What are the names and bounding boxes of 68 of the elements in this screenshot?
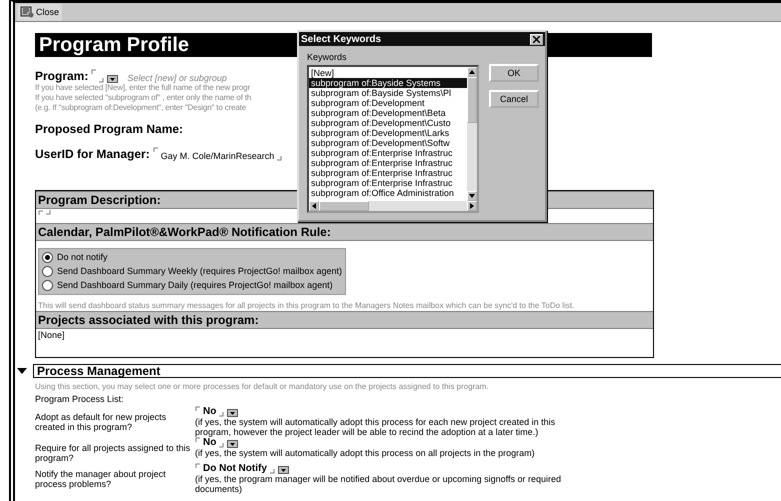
field-bracket-icon [195, 437, 200, 442]
manager-value[interactable]: Gay M. Cole/MarinResearch [160, 151, 274, 161]
list-item[interactable]: subprogram of:Development\Larks [309, 128, 467, 138]
section-intro: Using this section, you may select one or more processes for default or mandatory use on the projects assigned to this program. [35, 382, 490, 391]
close-button[interactable] [530, 34, 543, 44]
horizontal-scrollbar[interactable] [309, 201, 477, 211]
notification-note: This will send dashboard status summary messages for all projects in this program to the Managers Notes mailbox which can be sync'd to the ToDo list. [38, 301, 576, 310]
field-bracket-icon [277, 156, 282, 161]
list-item[interactable]: subprogram of:Enterprise Infrastruc [309, 178, 467, 188]
field-note: (if yes, the system will automatically adopt this process on all projects in the program) [195, 448, 536, 458]
field-bracket-icon [195, 463, 200, 468]
section-header: Calendar, PalmPilot®&WorkPad® Notification Rule: [36, 223, 653, 241]
field-value[interactable]: No [203, 437, 216, 448]
vertical-scrollbar[interactable] [467, 67, 477, 201]
scroll-down-icon[interactable] [469, 193, 475, 199]
scroll-up-icon[interactable] [469, 69, 475, 75]
proposed-name-label: Proposed Program Name: [35, 122, 184, 136]
radio-button[interactable] [42, 266, 53, 277]
field-note: (if yes, the program manager will be notified about overdue or upcoming signoffs or required documents) [195, 474, 562, 494]
help-text: (e.g. If "subprogram of:Development", enter "Design" to create [35, 103, 246, 113]
dialog-button[interactable]: OK [489, 64, 539, 82]
list-item[interactable]: [New] [309, 68, 467, 78]
program-label: Program: [35, 69, 88, 83]
dropdown-icon[interactable] [278, 466, 289, 474]
section-header: Projects associated with this program: [36, 311, 653, 329]
list-item[interactable]: subprogram of:Enterprise Infrastruc [309, 148, 467, 158]
dialog-title: Select Keywords [301, 34, 382, 44]
radio-option[interactable]: Send Dashboard Summary Weekly (requires ProjectGo! mailbox agent) [42, 265, 342, 278]
field-bracket-icon [219, 443, 224, 448]
field-bracket-icon [219, 412, 224, 417]
help-text: If you have selected [New], enter the full name of the new progr [35, 83, 250, 93]
manager-label: UserID for Manager: [35, 147, 150, 161]
field-note: (if yes, the system will automatically adopt this process for each new project created in this program, however the project leader will be able to recind the adoption at a later time.) [195, 417, 556, 437]
section-header[interactable]: Process Management [33, 364, 781, 378]
process-list-label: Program Process List: [35, 394, 125, 404]
list-item[interactable]: subprogram of:Bayside Systems [309, 78, 467, 88]
radio-button[interactable] [42, 280, 53, 291]
list-item[interactable]: subprogram of:Enterprise Infrastruc [309, 158, 467, 168]
scroll-right-icon[interactable] [469, 203, 475, 209]
question-label: Adopt as default for new projects created in this program? [35, 411, 168, 434]
list-item[interactable]: subprogram of:Office Administration [309, 188, 467, 198]
question-label: Notify the manager about project process problems? [35, 468, 167, 491]
dropdown-icon[interactable] [107, 75, 118, 83]
projects-value: [None] [38, 330, 66, 340]
field-value[interactable]: Do Not Notify [203, 463, 267, 474]
field-bracket-icon [195, 406, 200, 411]
field-bracket-icon [270, 469, 275, 474]
list-item[interactable]: subprogram of:Development\Custo [309, 118, 467, 128]
field-bracket-icon [152, 147, 158, 152]
dialog-button[interactable]: Cancel [489, 90, 539, 108]
list-item[interactable]: subprogram of:Development\Beta [309, 108, 467, 118]
radio-button[interactable] [42, 252, 53, 263]
radio-option[interactable]: Do not notify [42, 251, 342, 264]
question-label: Require for all projects assigned to this program? [35, 442, 192, 463]
document-icon[interactable] [20, 6, 34, 18]
dropdown-icon[interactable] [227, 409, 238, 417]
caret-down-icon[interactable] [17, 367, 27, 375]
list-item[interactable]: subprogram of:Development\Softw [309, 138, 467, 148]
list-item[interactable]: subprogram of:Enterprise Infrastruc [309, 168, 467, 178]
scroll-left-icon[interactable] [311, 203, 317, 209]
list-item[interactable]: subprogram of:Development [309, 98, 467, 108]
close-button[interactable]: Close [17, 4, 62, 20]
list-item[interactable]: subprogram of:Bayside Systems\Pl [309, 88, 467, 98]
field-value[interactable]: No [203, 406, 216, 417]
dropdown-icon[interactable] [227, 440, 238, 448]
program-hint: Select [new] or subgroup [127, 73, 227, 83]
radio-option[interactable]: Send Dashboard Summary Daily (requires ProjectGo! mailbox agent) [42, 279, 342, 292]
help-text: If you have selected "subprogram of" , enter only the name of th [35, 93, 252, 103]
